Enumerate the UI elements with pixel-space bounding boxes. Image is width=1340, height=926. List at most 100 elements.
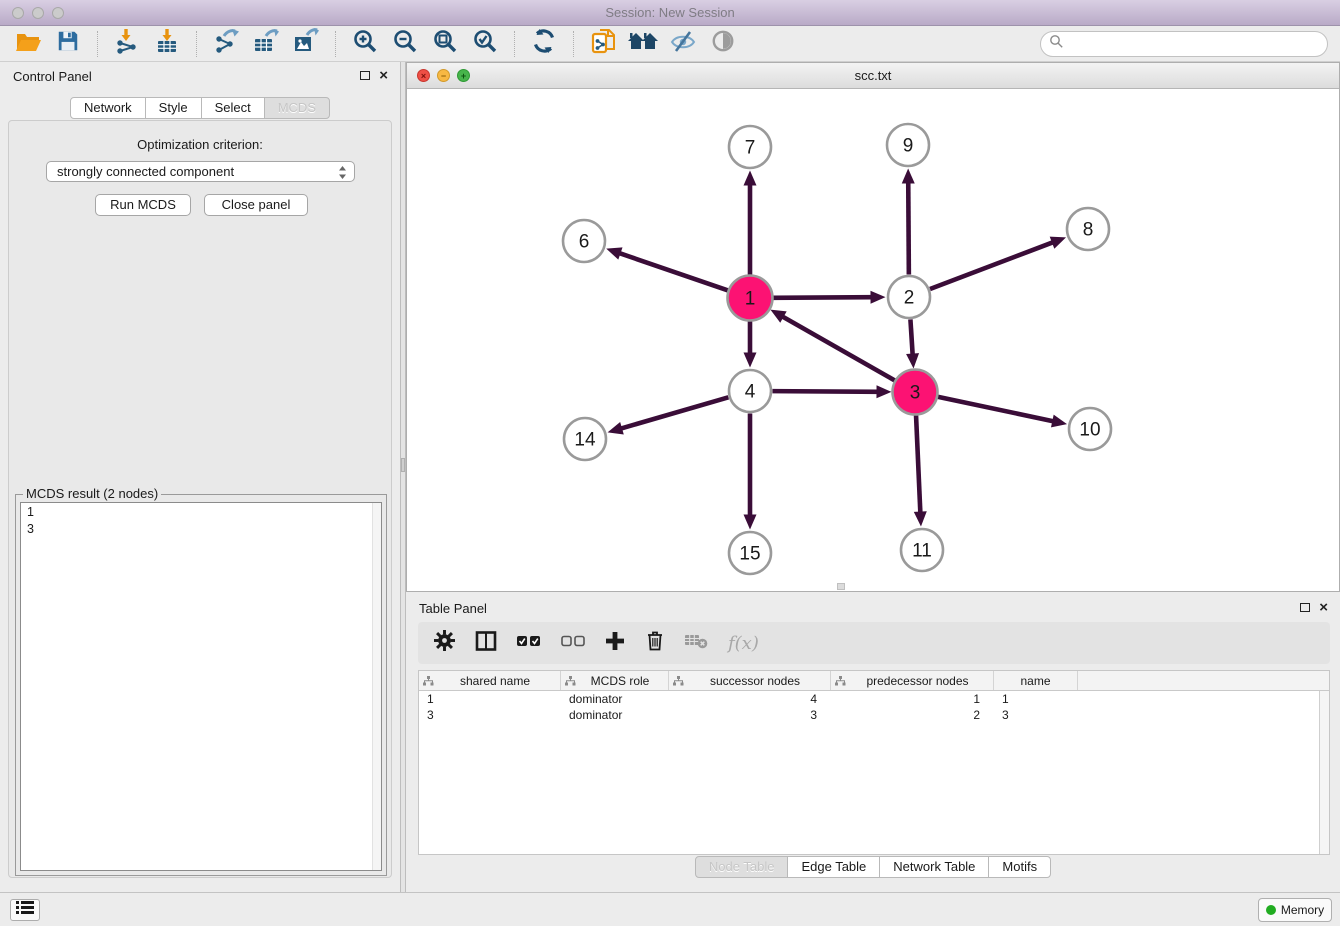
show-columns-button[interactable] xyxy=(475,631,497,656)
fit-content-button[interactable] xyxy=(425,28,465,60)
graph-node-15[interactable]: 15 xyxy=(729,532,771,574)
cell-mcds-role[interactable]: dominator xyxy=(561,691,669,707)
cell-successor-nodes[interactable]: 4 xyxy=(669,691,831,707)
column-header-predecessor-nodes[interactable]: predecessor nodes xyxy=(831,671,994,690)
task-history-button[interactable] xyxy=(10,899,40,921)
table-row[interactable]: 3 dominator 3 2 3 xyxy=(419,707,1329,723)
tab-network-table[interactable]: Network Table xyxy=(879,856,989,878)
network-close-button[interactable]: × xyxy=(417,69,430,82)
graph-edge-1-4[interactable] xyxy=(744,321,757,368)
cell-successor-nodes[interactable]: 3 xyxy=(669,707,831,723)
tab-select[interactable]: Select xyxy=(201,97,265,119)
network-canvas[interactable]: 7 9 6 8 1 2 4 3 14 10 15 11 xyxy=(407,89,1339,591)
graph-edge-2-8[interactable] xyxy=(930,237,1066,289)
graph-node-4[interactable]: 4 xyxy=(729,370,771,412)
column-header-mcds-role[interactable]: MCDS role xyxy=(561,671,669,690)
zoom-out-button[interactable] xyxy=(385,28,425,60)
zoom-in-button[interactable] xyxy=(345,28,385,60)
tab-mcds[interactable]: MCDS xyxy=(264,97,330,119)
cell-mcds-role[interactable]: dominator xyxy=(561,707,669,723)
cell-name[interactable]: 1 xyxy=(994,691,1078,707)
graph-node-14[interactable]: 14 xyxy=(564,418,606,460)
close-panel-button[interactable]: Close panel xyxy=(204,194,308,216)
window-zoom-button[interactable] xyxy=(52,7,64,19)
create-column-button[interactable] xyxy=(605,631,625,656)
documents-share-icon xyxy=(590,28,616,59)
tab-edge-table[interactable]: Edge Table xyxy=(787,856,880,878)
graph-edge-4-14[interactable] xyxy=(608,397,729,434)
result-scrollbar[interactable] xyxy=(372,503,381,870)
zoom-selected-button[interactable] xyxy=(465,28,505,60)
graph-edge-3-10[interactable] xyxy=(937,397,1067,428)
select-all-columns-button[interactable] xyxy=(517,634,541,652)
cell-name[interactable]: 3 xyxy=(994,707,1078,723)
new-network-from-selection-button[interactable] xyxy=(583,28,623,60)
canvas-resize-grip[interactable] xyxy=(837,583,845,590)
close-panel-icon[interactable]: × xyxy=(379,67,388,85)
network-graph: 7 9 6 8 1 2 4 3 14 10 15 11 xyxy=(407,89,1339,591)
graph-node-2[interactable]: 2 xyxy=(888,276,930,318)
graph-node-7[interactable]: 7 xyxy=(729,126,771,168)
graph-node-9[interactable]: 9 xyxy=(887,124,929,166)
cell-shared-name[interactable]: 3 xyxy=(419,707,561,723)
graph-edge-2-9[interactable] xyxy=(902,168,915,274)
graph-edge-4-3[interactable] xyxy=(772,385,891,398)
graph-node-1[interactable]: 1 xyxy=(728,276,773,321)
table-tabs: Node Table Edge Table Network Table Moti… xyxy=(406,856,1340,878)
column-header-shared-name[interactable]: shared name xyxy=(419,671,561,690)
graph-node-8[interactable]: 8 xyxy=(1067,208,1109,250)
export-image-button[interactable] xyxy=(286,28,326,60)
graph-edge-1-6[interactable] xyxy=(606,247,728,290)
network-minimize-button[interactable]: − xyxy=(437,69,450,82)
apply-layout-button[interactable] xyxy=(524,28,564,60)
cell-predecessor-nodes[interactable]: 1 xyxy=(831,691,994,707)
delete-column-button[interactable] xyxy=(645,630,665,656)
open-session-button[interactable] xyxy=(8,28,48,60)
unselect-all-columns-button[interactable] xyxy=(561,634,585,652)
import-table-button[interactable] xyxy=(147,28,187,60)
cell-predecessor-nodes[interactable]: 2 xyxy=(831,707,994,723)
run-mcds-button[interactable]: Run MCDS xyxy=(95,194,191,216)
delete-table-button[interactable] xyxy=(685,632,708,654)
column-header-name[interactable]: name xyxy=(994,671,1078,690)
save-session-button[interactable] xyxy=(48,28,88,60)
export-network-button[interactable] xyxy=(206,28,246,60)
graph-edge-2-3[interactable] xyxy=(906,319,919,368)
import-network-button[interactable] xyxy=(107,28,147,60)
memory-button[interactable]: Memory xyxy=(1258,898,1332,922)
graph-edge-4-15[interactable] xyxy=(744,414,757,530)
close-panel-icon[interactable]: × xyxy=(1319,599,1328,617)
table-scrollbar[interactable] xyxy=(1319,691,1329,854)
graph-node-10[interactable]: 10 xyxy=(1069,408,1111,450)
graph-edge-1-7[interactable] xyxy=(744,171,757,276)
table-settings-button[interactable] xyxy=(434,630,455,656)
splitter-grip[interactable] xyxy=(401,458,405,472)
tab-node-table[interactable]: Node Table xyxy=(695,856,789,878)
graph-node-11[interactable]: 11 xyxy=(901,529,943,571)
hide-graphics-details-button[interactable] xyxy=(663,28,703,60)
show-graphics-details-button[interactable] xyxy=(703,28,743,60)
tab-motifs[interactable]: Motifs xyxy=(988,856,1051,878)
window-close-button[interactable] xyxy=(12,7,24,19)
cell-shared-name[interactable]: 1 xyxy=(419,691,561,707)
tab-network[interactable]: Network xyxy=(70,97,146,119)
columns-icon xyxy=(475,631,497,656)
graph-edge-3-1[interactable] xyxy=(770,310,895,381)
first-neighbors-button[interactable] xyxy=(623,28,663,60)
network-zoom-button[interactable]: + xyxy=(457,69,470,82)
table-row[interactable]: 1 dominator 4 1 1 xyxy=(419,691,1329,707)
function-builder-button[interactable]: f(x) xyxy=(728,633,759,654)
float-panel-icon[interactable] xyxy=(1300,603,1310,612)
window-minimize-button[interactable] xyxy=(32,7,44,19)
graph-node-3[interactable]: 3 xyxy=(893,370,938,415)
search-input[interactable] xyxy=(1064,34,1327,54)
export-table-button[interactable] xyxy=(246,28,286,60)
criterion-dropdown[interactable]: strongly connected component xyxy=(46,161,355,182)
float-panel-icon[interactable] xyxy=(360,71,370,80)
mcds-result-text[interactable]: 1 3 xyxy=(20,502,382,871)
graph-node-6[interactable]: 6 xyxy=(563,220,605,262)
column-header-successor-nodes[interactable]: successor nodes xyxy=(669,671,831,690)
graph-edge-1-2[interactable] xyxy=(772,291,885,304)
tab-style[interactable]: Style xyxy=(145,97,202,119)
graph-edge-3-11[interactable] xyxy=(914,414,927,526)
